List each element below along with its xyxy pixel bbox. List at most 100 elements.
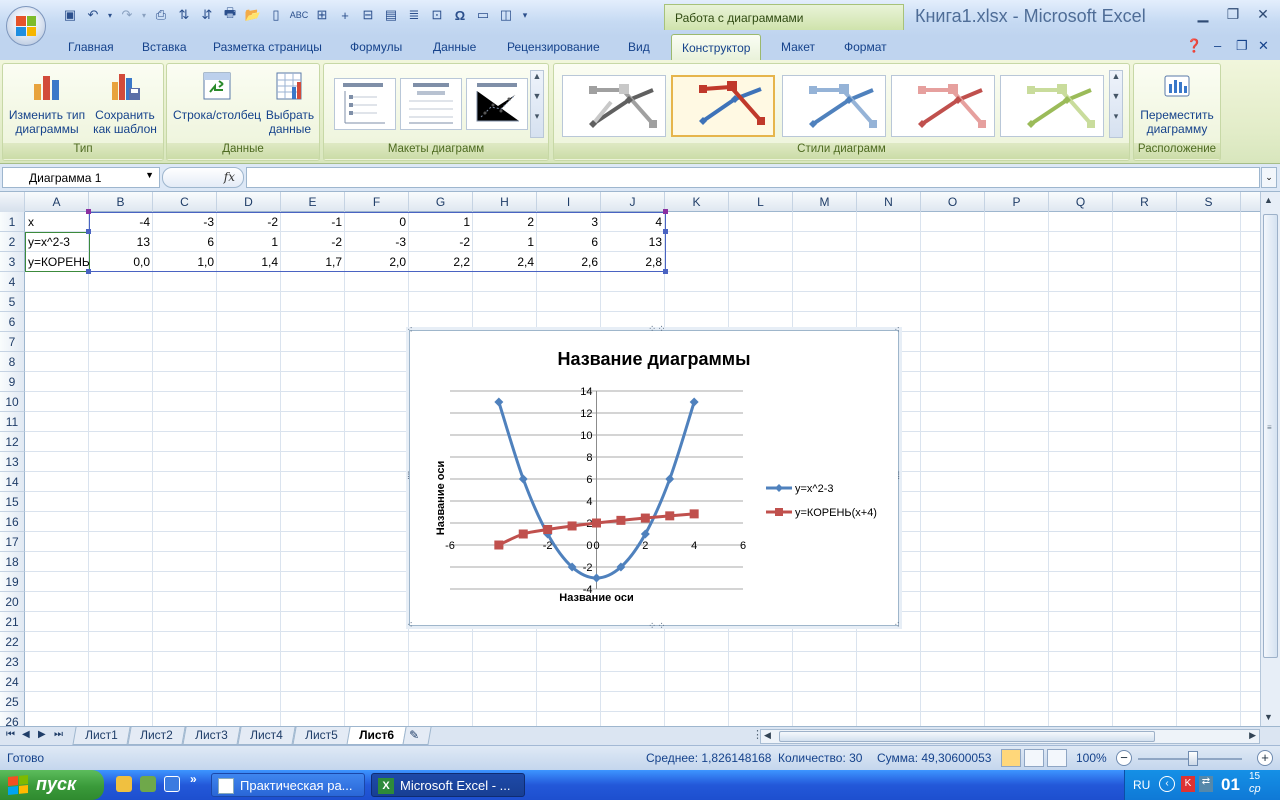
range-handle[interactable]: [86, 229, 91, 234]
chart-layout-3[interactable]: [466, 78, 528, 130]
insert-icon[interactable]: +: [335, 6, 355, 24]
page-layout-view-icon[interactable]: [1024, 749, 1044, 767]
language-indicator[interactable]: RU: [1133, 778, 1150, 792]
row-header-7[interactable]: 7: [0, 332, 25, 352]
formula-input[interactable]: [246, 167, 1260, 188]
chart-style-5[interactable]: [1000, 75, 1104, 137]
redo-icon[interactable]: ↷: [117, 6, 137, 24]
column-header-J[interactable]: J: [601, 192, 665, 212]
range-handle[interactable]: [86, 269, 91, 274]
scroll-up-icon[interactable]: ▲: [1264, 195, 1273, 205]
print-icon[interactable]: 🖶: [220, 5, 240, 24]
zoom-out-icon[interactable]: −: [1116, 750, 1132, 766]
align-icon[interactable]: ≣: [404, 6, 424, 24]
zoom-level[interactable]: 100%: [1076, 751, 1107, 765]
sort-asc-icon[interactable]: ⇅: [174, 6, 194, 24]
ribbon-minimize-icon[interactable]: –: [1214, 38, 1221, 53]
zoom-slider-thumb[interactable]: [1188, 751, 1198, 766]
customize-qat-icon[interactable]: ▾: [519, 6, 531, 24]
row-header-20[interactable]: 20: [0, 592, 25, 612]
quicklaunch-more-icon[interactable]: »: [190, 772, 197, 786]
insert-function-button[interactable]: fx: [162, 167, 244, 188]
scroll-left-icon[interactable]: ◀: [764, 730, 771, 741]
sort-desc-icon[interactable]: ⇵: [197, 6, 217, 24]
row-header-1[interactable]: 1: [0, 212, 25, 232]
range-handle[interactable]: [86, 209, 91, 214]
column-header-Q[interactable]: Q: [1049, 192, 1113, 212]
row-header-19[interactable]: 19: [0, 572, 25, 592]
column-header-E[interactable]: E: [281, 192, 345, 212]
column-header-M[interactable]: M: [793, 192, 857, 212]
horizontal-scroll-thumb[interactable]: [779, 731, 1155, 742]
cell-A1[interactable]: x: [25, 212, 89, 232]
start-button[interactable]: пуск: [0, 770, 104, 800]
quicklaunch-browser-icon[interactable]: [164, 776, 180, 792]
select-all-corner[interactable]: [0, 192, 25, 212]
change-chart-type-button[interactable]: Изменить тип диаграммы: [7, 70, 87, 136]
tray-network-icon[interactable]: ⇄: [1199, 776, 1213, 792]
layouts-gallery-scroll[interactable]: ▲ ▼ ▾: [530, 70, 544, 138]
taskbar-item-excel[interactable]: X Microsoft Excel - ...: [371, 773, 525, 797]
styles-gallery-scroll[interactable]: ▲ ▼ ▾: [1109, 70, 1123, 138]
column-header-O[interactable]: O: [921, 192, 985, 212]
tab-home[interactable]: Главная: [68, 40, 114, 54]
table-icon[interactable]: ⊟: [358, 6, 378, 24]
column-header-G[interactable]: G: [409, 192, 473, 212]
row-header-12[interactable]: 12: [0, 432, 25, 452]
tab-design[interactable]: Конструктор: [671, 34, 762, 60]
prev-sheet-icon[interactable]: ◀: [22, 729, 30, 740]
camera-icon[interactable]: ◫: [496, 6, 516, 24]
sheet-tab-6-active[interactable]: Лист6: [346, 727, 407, 745]
row-header-5[interactable]: 5: [0, 292, 25, 312]
sheet-tab-3[interactable]: Лист3: [182, 727, 241, 745]
row-header-9[interactable]: 9: [0, 372, 25, 392]
ribbon-close-icon[interactable]: ✕: [1258, 38, 1269, 54]
expand-formula-bar-icon[interactable]: ⌄: [1261, 167, 1277, 188]
column-header-N[interactable]: N: [857, 192, 921, 212]
chart-style-3[interactable]: [782, 75, 886, 137]
close-button[interactable]: ✕: [1250, 4, 1276, 24]
form-icon[interactable]: ▭: [473, 6, 493, 24]
row-header-3[interactable]: 3: [0, 252, 25, 272]
tab-layout[interactable]: Макет: [781, 40, 815, 54]
zoom-in-icon[interactable]: +: [1257, 750, 1273, 766]
row-header-26[interactable]: 26: [0, 712, 25, 726]
page-break-view-icon[interactable]: [1047, 749, 1067, 767]
row-header-11[interactable]: 11: [0, 412, 25, 432]
tab-formulas[interactable]: Формулы: [350, 40, 402, 54]
row-header-15[interactable]: 15: [0, 492, 25, 512]
column-header-B[interactable]: B: [89, 192, 153, 212]
tray-back-icon[interactable]: ‹: [1159, 776, 1175, 792]
range-handle[interactable]: [663, 269, 668, 274]
symbol-icon[interactable]: Ω: [450, 6, 470, 24]
tab-view[interactable]: Вид: [628, 40, 650, 54]
name-box-dropdown-icon[interactable]: ▼: [145, 170, 154, 180]
scroll-down-icon[interactable]: ▼: [1264, 712, 1273, 722]
save-icon[interactable]: ▣: [60, 6, 80, 24]
row-header-6[interactable]: 6: [0, 312, 25, 332]
chart-style-4[interactable]: [891, 75, 995, 137]
sheet-tab-4[interactable]: Лист4: [237, 727, 296, 745]
column-header-I[interactable]: I: [537, 192, 601, 212]
chart-layout-1[interactable]: [334, 78, 396, 130]
sheet-tab-2[interactable]: Лист2: [127, 727, 186, 745]
row-header-23[interactable]: 23: [0, 652, 25, 672]
taskbar-item-document[interactable]: Практическая ра...: [211, 773, 365, 797]
column-header-A[interactable]: A: [25, 192, 89, 212]
grid-icon[interactable]: ▤: [381, 6, 401, 24]
row-header-4[interactable]: 4: [0, 272, 25, 292]
column-header-P[interactable]: P: [985, 192, 1049, 212]
restore-button[interactable]: ❐: [1220, 4, 1246, 24]
last-sheet-icon[interactable]: ⏭: [54, 729, 63, 740]
tab-data[interactable]: Данные: [433, 40, 476, 54]
help-icon[interactable]: ❓: [1186, 38, 1202, 54]
first-sheet-icon[interactable]: ⏮: [6, 729, 15, 740]
new-icon[interactable]: ▯: [266, 6, 286, 24]
name-box[interactable]: Диаграмма 1 ▼: [2, 167, 160, 188]
range-handle[interactable]: [663, 209, 668, 214]
vertical-scroll-thumb[interactable]: ≡: [1263, 214, 1278, 658]
row-header-2[interactable]: 2: [0, 232, 25, 252]
row-header-17[interactable]: 17: [0, 532, 25, 552]
quicklaunch-app-icon[interactable]: [140, 776, 156, 792]
quicklaunch-folder-icon[interactable]: [116, 776, 132, 792]
